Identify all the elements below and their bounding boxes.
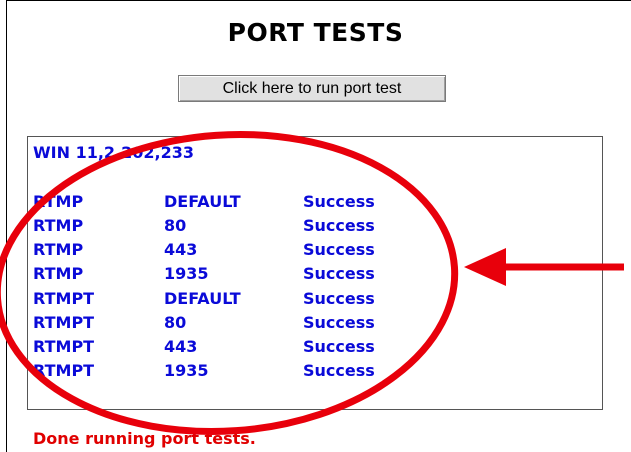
result-protocol: RTMP (33, 264, 84, 283)
result-protocol: RTMP (33, 216, 84, 235)
result-status: Success (303, 361, 375, 380)
result-status: Success (303, 240, 375, 259)
result-status: Success (303, 289, 375, 308)
result-port: 1935 (164, 361, 209, 380)
result-port: 443 (164, 240, 198, 259)
result-port: 443 (164, 337, 198, 356)
result-protocol: RTMP (33, 192, 84, 211)
result-protocol: RTMPT (33, 289, 95, 308)
result-protocol: RTMPT (33, 361, 95, 380)
result-status: Success (303, 264, 375, 283)
result-port: 1935 (164, 264, 209, 283)
result-protocol: RTMP (33, 240, 84, 259)
result-protocol: RTMPT (33, 337, 95, 356)
result-port: 80 (164, 216, 187, 235)
result-status: Success (303, 313, 375, 332)
result-status: Success (303, 337, 375, 356)
result-status: Success (303, 192, 375, 211)
result-port: DEFAULT (164, 289, 241, 308)
done-message: Done running port tests. (33, 429, 256, 448)
version-label: WIN 11,2,202,233 (33, 143, 194, 162)
result-status: Success (303, 216, 375, 235)
result-protocol: RTMPT (33, 313, 95, 332)
page-title: PORT TESTS (227, 18, 404, 47)
result-port: DEFAULT (164, 192, 241, 211)
run-port-test-button[interactable]: Click here to run port test (178, 75, 446, 102)
result-port: 80 (164, 313, 187, 332)
